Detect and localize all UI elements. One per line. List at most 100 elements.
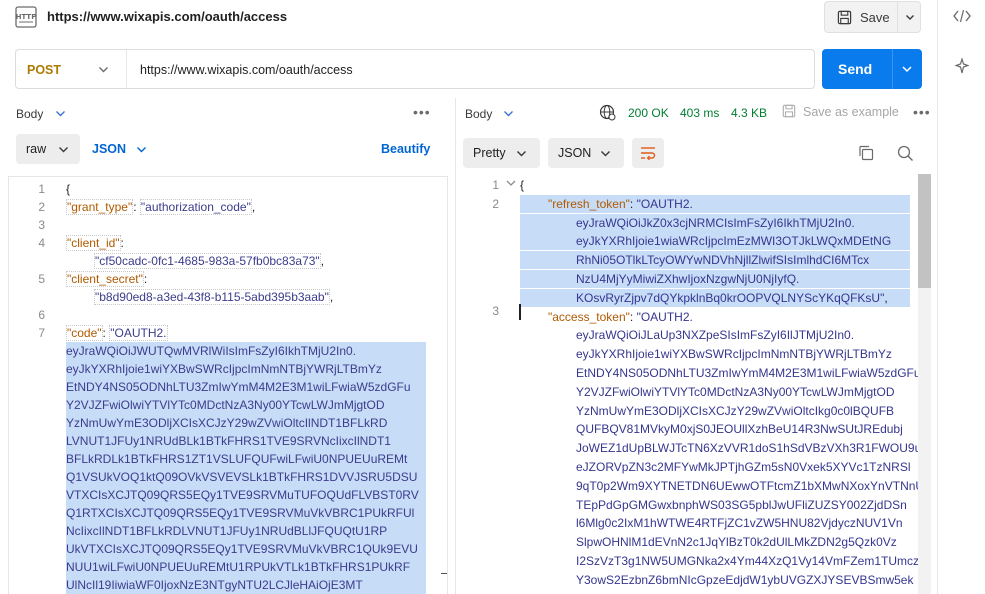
json-value: SlpwOHNlM1dEVnN2c1JqYlBzT0k2dUlLMkZDN2g5… <box>576 535 897 549</box>
chevron-down-icon[interactable] <box>503 109 514 118</box>
json-value: "OAUTH2. <box>636 197 693 211</box>
json-value: YzNmUwYmE3ODljXCIsXCJzY29wZVwiOltcIkg0c0… <box>576 404 895 418</box>
line-number: 3 <box>38 218 45 232</box>
json-key: "code" <box>66 325 103 341</box>
json-value: Y3owS2EzbnZ6bmNIcGpzeEdjdW1ybUVGZXJYSEVB… <box>576 573 914 587</box>
save-button[interactable]: Save <box>860 10 890 25</box>
chevron-down-icon[interactable] <box>901 64 913 74</box>
code-line: eyJraWQiOiJWUTQwMVRlWiIsImFsZyI6IkhTMjU2… <box>66 342 426 360</box>
json-punct: : <box>143 272 148 286</box>
json-value: YzNmUwYmE3ODljXCIsXCJzY29wZVwiOltcIlNDT1… <box>66 416 388 430</box>
line-number: 4 <box>38 236 45 250</box>
request-body-editor[interactable]: {"grant_type": "authorization_code", "cli… <box>8 176 448 594</box>
scrollbar[interactable] <box>441 573 447 574</box>
json-value: Y2VJZFwiOlwiYTVlYTc0MDctNzA3Ny00YTcwLWJm… <box>66 398 385 412</box>
json-value: EtNDY4NS05ODNhLTU3ZmIwYmM4M2E3M1wiLFwiaW… <box>66 380 411 394</box>
save-as-example-button[interactable]: Save as example <box>803 105 899 119</box>
more-icon[interactable]: ••• <box>413 104 431 120</box>
json-value: eyJkYXRhIjoie1wiaWRcIjpcImEzMWI3OTJkLWQx… <box>576 234 892 248</box>
status-code[interactable]: 200 OK <box>628 106 669 120</box>
json-value: LVNUT1JFUy1NRUdBLk1BTkFHRS1TVE9SRVNcIixc… <box>66 434 391 448</box>
save-icon <box>837 10 852 25</box>
code-line: "access_token": "OAUTH2. <box>548 308 693 326</box>
code-line: BFLkRDLk1BTkFHRS1ZT1VSLUFQUFwiLFwiU0NPUE… <box>66 450 426 468</box>
url-bar: POST https://www.wixapis.com/oauth/acces… <box>15 49 815 89</box>
code-icon[interactable] <box>953 9 971 23</box>
divider <box>126 50 127 88</box>
code-line: NUU1wiLFwiU0NPUEUuREMtU1RPUkVTLk1BTkFHRS… <box>66 558 426 576</box>
chevron-down-icon[interactable] <box>136 145 147 154</box>
save-icon <box>782 104 796 118</box>
json-value: UlNcIl19IiwiaWF0IjoxNzE3NTgyNTU2LCJleHAi… <box>66 578 363 592</box>
code-line: "b8d90ed8-a3ed-43f8-b115-5abd395b3aab", <box>94 288 333 306</box>
json-value: BFLkRDLk1BTkFHRS1ZT1VSLUFQUFwiLFwiU0NPUE… <box>66 452 408 466</box>
search-icon[interactable] <box>897 145 914 162</box>
json-value: I2SzVzT3g1NW5UMGNka2x4Ym44XzQ1Vy14VmFZem… <box>576 554 919 568</box>
response-language-select[interactable]: JSON <box>548 138 624 168</box>
code-line: VTXCIsXCJTQ09QRS5EQy1TVE9SRVMuTUFOQUdFLV… <box>66 486 426 504</box>
code-line: "client_secret": <box>66 270 147 288</box>
json-value: eJZORVpZN3c2MFYwMkJPTjhGZm5sN0Vxek5XYVc1… <box>576 460 911 474</box>
response-size[interactable]: 4.3 KB <box>731 106 767 120</box>
line-number: 3 <box>492 304 499 318</box>
send-button-group[interactable]: Send <box>822 49 922 89</box>
code-line: "cf50cadc-0fc1-4685-983a-57fb0bc83a73", <box>94 252 324 270</box>
response-body-viewer[interactable]: { "refresh_token": "OAUTH2. eyJraWQiOiJkZ0… <box>463 174 931 594</box>
chevron-down-icon[interactable] <box>55 109 66 118</box>
copy-icon[interactable] <box>858 145 874 161</box>
line-number: 2 <box>492 197 499 211</box>
json-punct: , <box>320 254 325 268</box>
code-line: "client_id": <box>66 234 124 252</box>
language-select[interactable]: JSON <box>92 142 126 156</box>
view-mode-select[interactable]: Pretty <box>463 138 540 168</box>
request-body-tab[interactable]: Body <box>16 107 43 121</box>
json-value: EtNDY4NS05ODNhLTU3ZmIwYmM4M2E3M1wiLFwiaW… <box>576 366 921 380</box>
response-time[interactable]: 403 ms <box>680 106 719 120</box>
json-value: eyJraWQiOiJLaUp3NXZpeSIsImFsZyI6IlJTMjU2… <box>576 328 855 342</box>
code-line: UlNcIl19IiwiaWF0IjoxNzE3NTgyNTU2LCJleHAi… <box>66 576 426 594</box>
chevron-down-icon[interactable] <box>98 65 109 74</box>
chevron-down-icon <box>600 149 611 158</box>
json-value: eyJkYXRhIjoie1wiYXBwSWRcIjpcImNmNTBjYWRj… <box>66 362 382 376</box>
save-button-group[interactable]: Save <box>824 1 921 33</box>
chevron-down-icon[interactable] <box>904 11 916 23</box>
url-input[interactable]: https://www.wixapis.com/oauth/access <box>140 63 353 77</box>
code-line: eyJkYXRhIjoie1wiYXBwSWRcIjpcImNmNTBjYWRj… <box>66 360 426 378</box>
code-line: eyJkYXRhIjoie1wiaWRcIjpcImEzMWI3OTJkLWQx… <box>520 232 910 250</box>
code-line: "code": "OAUTH2. <box>66 324 168 342</box>
raw-mode-select[interactable]: raw <box>16 134 80 164</box>
json-value: JoWEZ1dUpBLWJTcTN6XzVVR1doS1hSdVBzVXh3R1… <box>576 441 922 455</box>
ai-sparkle-icon[interactable] <box>955 58 969 74</box>
scrollbar-thumb[interactable] <box>918 174 931 288</box>
code-line: NcIixcIlNDT1BFLkRDLVNUT1JFUy1NRUdBLlJFQU… <box>66 522 426 540</box>
code-line: { <box>520 176 524 194</box>
wrap-toggle[interactable] <box>632 138 664 168</box>
send-button[interactable]: Send <box>838 61 872 77</box>
code-line: Q1VSUkVOQ1ktQ09OVkVSVEVSLk1BTkFHRS1DVVJS… <box>66 468 426 486</box>
code-line: eyJraWQiOiJkZ0x3cjNRMCIsImFsZyI6IkhTMjU2… <box>520 214 910 232</box>
code-line: QUFBQV81MVkyM0xjS0JEOUllXzhBeU14R3NwSUtJ… <box>576 420 903 438</box>
json-punct: , <box>884 291 888 305</box>
response-body-tab[interactable]: Body <box>465 107 492 121</box>
code-line: YzNmUwYmE3ODljXCIsXCJzY29wZVwiOltcIkg0c0… <box>576 402 894 420</box>
globe-icon[interactable] <box>599 104 616 121</box>
code-line: EtNDY4NS05ODNhLTU3ZmIwYmM4M2E3M1wiLFwiaW… <box>576 364 921 382</box>
code-line: eJZORVpZN3c2MFYwMkJPTjhGZm5sN0Vxek5XYVc1… <box>576 458 911 476</box>
code-line: "grant_type": "authorization_code", <box>66 198 255 216</box>
method-select[interactable]: POST <box>27 63 61 77</box>
json-value: "cf50cadc-0fc1-4685-983a-57fb0bc83a73" <box>94 253 321 269</box>
fold-chevron-icon[interactable] <box>506 179 516 187</box>
beautify-button[interactable]: Beautify <box>381 142 430 156</box>
code-line: RhNi05OTlkLTcyOWYwNDVhNjllZlwifSIsImlhdC… <box>520 251 910 269</box>
json-punct: : <box>629 310 637 324</box>
divider <box>892 49 893 89</box>
line-number: 6 <box>38 308 45 322</box>
pane-divider[interactable] <box>455 98 456 594</box>
json-punct: , <box>251 200 256 214</box>
request-title: https://www.wixapis.com/oauth/access <box>47 9 288 24</box>
divider <box>897 2 898 32</box>
more-icon[interactable]: ••• <box>913 104 931 120</box>
code-line: Y3owS2EzbnZ6bmNIcGpzeEdjdW1ybUVGZXJYSEVB… <box>576 571 913 589</box>
code-line: KOsvRyrZjpv7dQYkpklnBq0krOOPVQLNYScYKqQF… <box>520 289 910 307</box>
json-key: "refresh_token" <box>548 197 630 211</box>
